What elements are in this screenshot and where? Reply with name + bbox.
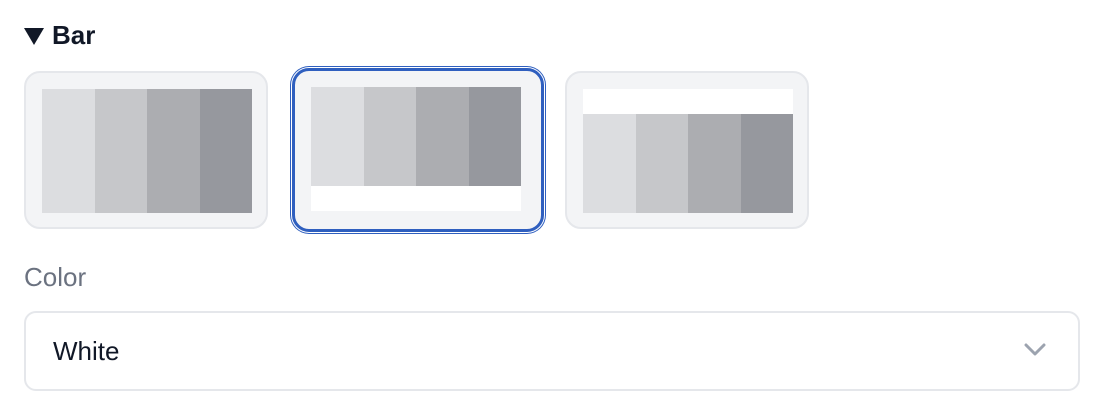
color-label: Color <box>24 262 87 292</box>
stripes-top-bar-icon <box>583 114 793 213</box>
color-select-value: White <box>53 336 120 366</box>
bar-settings-panel: Bar Color White <box>0 0 1102 418</box>
chevron-down-icon <box>1024 343 1046 356</box>
stripes-icon <box>42 89 252 213</box>
bar-option-preview <box>311 87 521 211</box>
bar-option-preview <box>583 89 793 213</box>
bar-style-options <box>24 68 814 232</box>
bar-option-preview <box>42 89 252 213</box>
stripes-bottom-bar-icon <box>311 87 521 186</box>
bar-section-toggle[interactable]: Bar <box>24 18 95 52</box>
section-title: Bar <box>52 19 96 50</box>
triangle-down-icon <box>24 27 44 45</box>
bar-option-full[interactable] <box>24 71 268 229</box>
bar-option-bottom-selected[interactable] <box>292 68 544 232</box>
bar-option-top[interactable] <box>565 71 809 229</box>
color-select[interactable]: White <box>24 311 1080 391</box>
